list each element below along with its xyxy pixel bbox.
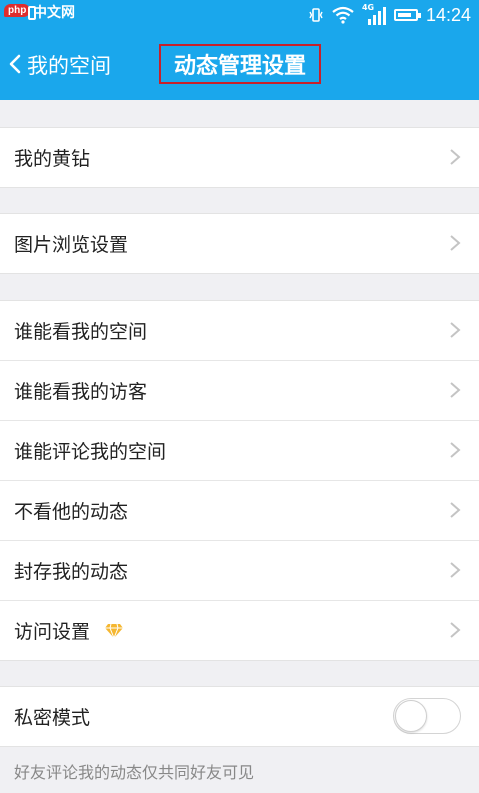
list-item-hide-their-feed[interactable]: 不看他的动态 <box>0 481 479 541</box>
diamond-icon <box>105 623 124 639</box>
list-item-label: 图片浏览设置 <box>14 234 129 256</box>
list-item-archive-my-feed[interactable]: 封存我的动态 <box>0 541 479 601</box>
chevron-right-icon <box>450 149 461 165</box>
chevron-right-icon <box>450 442 461 458</box>
chevron-right-icon <box>450 322 461 338</box>
list-item-label: 封存我的动态 <box>14 561 129 583</box>
list-item-who-can-comment[interactable]: 谁能评论我的空间 <box>0 421 479 481</box>
list-item-access-settings[interactable]: 访问设置 <box>0 601 479 660</box>
settings-group-vip: 我的黄钻 <box>0 127 479 188</box>
list-item-label: 私密模式 <box>14 707 91 729</box>
list-item-who-can-see-space[interactable]: 谁能看我的空间 <box>0 301 479 361</box>
vibrate-icon <box>309 8 323 22</box>
list-item-label: 谁能看我的空间 <box>14 321 148 343</box>
page-title: 动态管理设置 <box>159 44 321 84</box>
back-arrow-icon[interactable] <box>8 54 22 74</box>
back-button[interactable]: 我的空间 <box>27 50 111 80</box>
toggle-knob <box>395 700 427 732</box>
list-item-photo-browse[interactable]: 图片浏览设置 <box>0 214 479 273</box>
status-time: 14:24 <box>425 4 471 25</box>
wifi-icon <box>332 6 354 24</box>
chevron-right-icon <box>450 382 461 398</box>
list-item-yellow-diamond[interactable]: 我的黄钻 <box>0 128 479 187</box>
chevron-right-icon <box>450 562 461 578</box>
list-item-private-mode: 私密模式 <box>0 687 479 746</box>
nav-bar: 我的空间 动态管理设置 <box>0 30 479 100</box>
private-mode-toggle[interactable] <box>393 698 461 734</box>
chevron-right-icon <box>450 622 461 638</box>
chevron-right-icon <box>450 502 461 518</box>
settings-group-privacy: 谁能看我的空间 谁能看我的访客 谁能评论我的空间 不看他的动态 封存我的动态 访… <box>0 300 479 661</box>
list-item-label: 谁能评论我的空间 <box>14 441 167 463</box>
settings-group-private-mode: 私密模式 <box>0 686 479 747</box>
list-item-label: 谁能看我的访客 <box>14 381 148 403</box>
signal-icon: 4G <box>362 3 386 25</box>
footer-note: 好友评论我的动态仅共同好友可见 <box>14 763 255 782</box>
status-icons: 4G 14:24 <box>308 3 471 27</box>
chevron-right-icon <box>450 235 461 251</box>
watermark-site: 中文网 <box>33 5 75 21</box>
list-item-label: 不看他的动态 <box>14 501 129 523</box>
battery-icon <box>393 9 421 21</box>
settings-group-photos: 图片浏览设置 <box>0 213 479 274</box>
status-bar: php 中文网 4G 14:24 <box>0 0 479 30</box>
list-item-label: 我的黄钻 <box>14 148 91 170</box>
watermark-badge: php <box>4 4 31 17</box>
list-item-who-can-see-visitors[interactable]: 谁能看我的访客 <box>0 361 479 421</box>
list-item-label: 访问设置 <box>14 621 91 643</box>
